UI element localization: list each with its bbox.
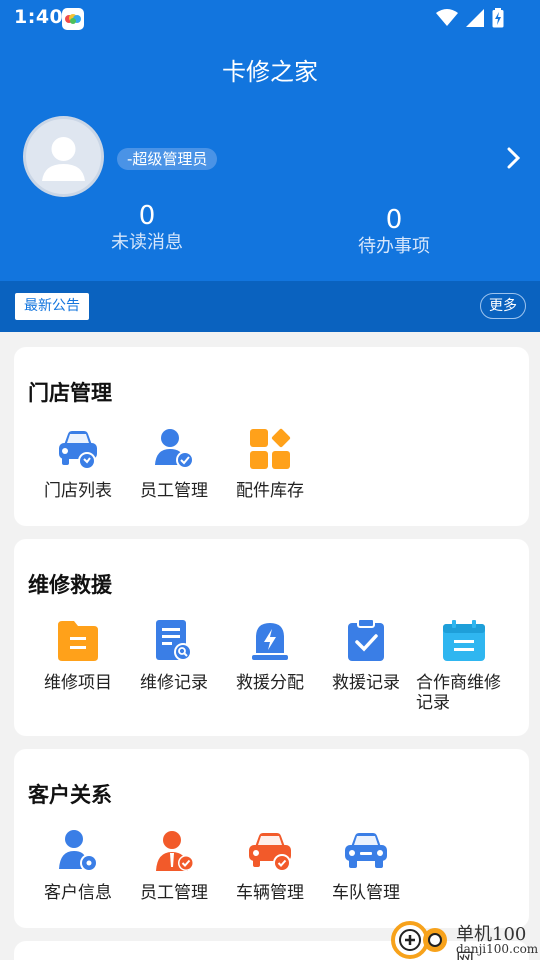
- notice-bar: 最新公告 更多: [0, 281, 540, 332]
- menu-label: 员工管理: [140, 481, 208, 501]
- menu-label: 配件库存: [236, 481, 304, 501]
- siren-icon: [252, 623, 288, 660]
- signal-icon: [466, 9, 484, 31]
- menu-partner-repair-records[interactable]: 合作商维修记录: [414, 617, 514, 713]
- chevron-right-icon[interactable]: [505, 146, 523, 170]
- menu-label: 员工管理: [140, 883, 208, 903]
- unread-count: 0: [138, 201, 156, 231]
- menu-vehicle-management[interactable]: 车辆管理: [222, 827, 318, 903]
- section-title-store: 门店管理: [28, 381, 112, 405]
- menu-repair-items[interactable]: 维修项目: [30, 617, 126, 693]
- menu-customer-info[interactable]: 客户信息: [30, 827, 126, 903]
- watermark: 单机100网 danji100.com: [390, 916, 540, 960]
- menu-repair-records[interactable]: 维修记录: [126, 617, 222, 693]
- menu-label: 维修项目: [44, 673, 112, 693]
- folder-icon: [58, 621, 98, 661]
- menu-parts-inventory[interactable]: 配件库存: [222, 425, 318, 501]
- calendar-icon: [443, 620, 485, 661]
- section-title-repair: 维修救援: [28, 573, 112, 597]
- more-button[interactable]: 更多: [480, 293, 526, 319]
- menu-label: 客户信息: [44, 883, 112, 903]
- watermark-logo-icon: [391, 921, 447, 959]
- store-management-card: 门店管理 门店列表 员工管理 配件库存: [14, 347, 529, 526]
- status-time: 1:40: [14, 6, 64, 28]
- menu-rescue-dispatch[interactable]: 救援分配: [222, 617, 318, 693]
- menu-label: 合作商维修记录: [416, 673, 501, 713]
- menu-store-list[interactable]: 门店列表: [30, 425, 126, 501]
- page-title: 卡修之家: [222, 58, 318, 86]
- todo-items-stat[interactable]: 0 待办事项: [314, 205, 474, 259]
- section-title-customer: 客户关系: [28, 783, 112, 807]
- menu-label: 车队管理: [332, 883, 400, 903]
- menu-staff-management-2[interactable]: 员工管理: [126, 827, 222, 903]
- user-check-icon: [155, 429, 194, 469]
- user-silhouette-icon: [42, 137, 85, 181]
- menu-label: 门店列表: [44, 481, 112, 501]
- todo-label: 待办事项: [358, 236, 430, 257]
- battery-charging-icon: [492, 8, 504, 32]
- notice-tag: 最新公告: [15, 293, 89, 320]
- menu-label: 车辆管理: [236, 883, 304, 903]
- avatar[interactable]: [23, 116, 104, 197]
- menu-label: 救援记录: [332, 673, 400, 693]
- car-icon: [345, 833, 387, 868]
- role-badge: -超级管理员: [117, 148, 218, 170]
- todo-count: 0: [385, 205, 403, 235]
- wifi-icon: [436, 9, 458, 31]
- staff-check-icon: [156, 831, 194, 871]
- unread-messages-stat[interactable]: 0 未读消息: [67, 201, 227, 255]
- unread-label: 未读消息: [111, 232, 183, 253]
- document-search-icon: [156, 620, 192, 661]
- menu-label: 维修记录: [140, 673, 208, 693]
- user-gear-icon: [59, 830, 98, 872]
- menu-fleet-management[interactable]: 车队管理: [318, 827, 414, 903]
- apps-grid-icon: [250, 428, 291, 469]
- clipboard-check-icon: [348, 618, 384, 661]
- status-bar: 1:40: [0, 0, 540, 36]
- customer-relations-card: 客户关系 客户信息 员工管理 车辆管理 车队管理: [14, 749, 529, 928]
- car-wrench-icon: [59, 431, 97, 470]
- car-check-icon: [249, 833, 291, 872]
- watermark-url: danji100.com: [456, 942, 539, 956]
- profile-header: 卡修之家 -超级管理员 0 未读消息 0 待办事项: [0, 36, 540, 281]
- menu-rescue-records[interactable]: 救援记录: [318, 617, 414, 693]
- menu-staff-management[interactable]: 员工管理: [126, 425, 222, 501]
- app-notification-icon: [62, 8, 84, 30]
- menu-label: 救援分配: [236, 673, 304, 693]
- repair-rescue-card: 维修救援 维修项目 维修记录 救援分配 救援记录 合作商维修记录: [14, 539, 529, 736]
